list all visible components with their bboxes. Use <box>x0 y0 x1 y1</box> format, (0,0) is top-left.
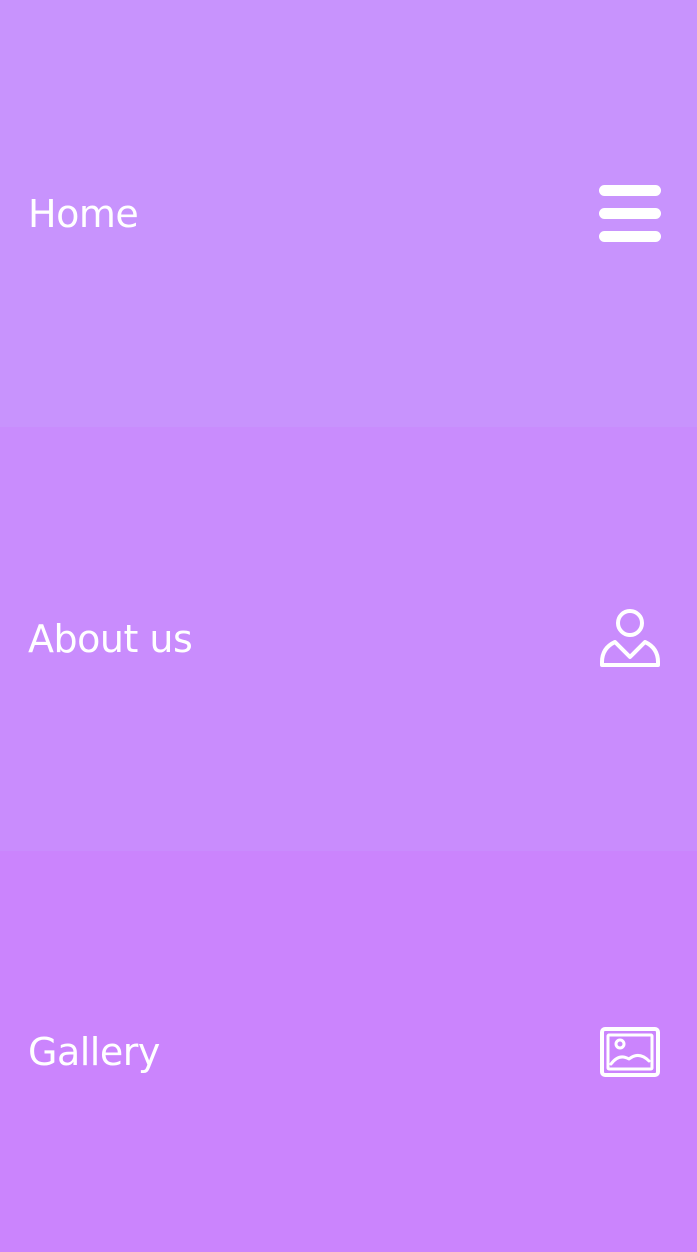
user-icon <box>599 608 661 670</box>
hamburger-menu-icon[interactable] <box>599 183 661 245</box>
side-menu: Home About us Gallery <box>0 0 697 1252</box>
image-icon <box>599 1021 661 1083</box>
menu-item-label: Home <box>28 191 139 236</box>
menu-item-about-us[interactable]: About us <box>0 427 697 851</box>
menu-item-label: About us <box>28 617 193 661</box>
menu-item-home[interactable]: Home <box>0 0 697 427</box>
menu-item-gallery[interactable]: Gallery <box>0 851 697 1252</box>
menu-item-label: Gallery <box>28 1029 160 1074</box>
